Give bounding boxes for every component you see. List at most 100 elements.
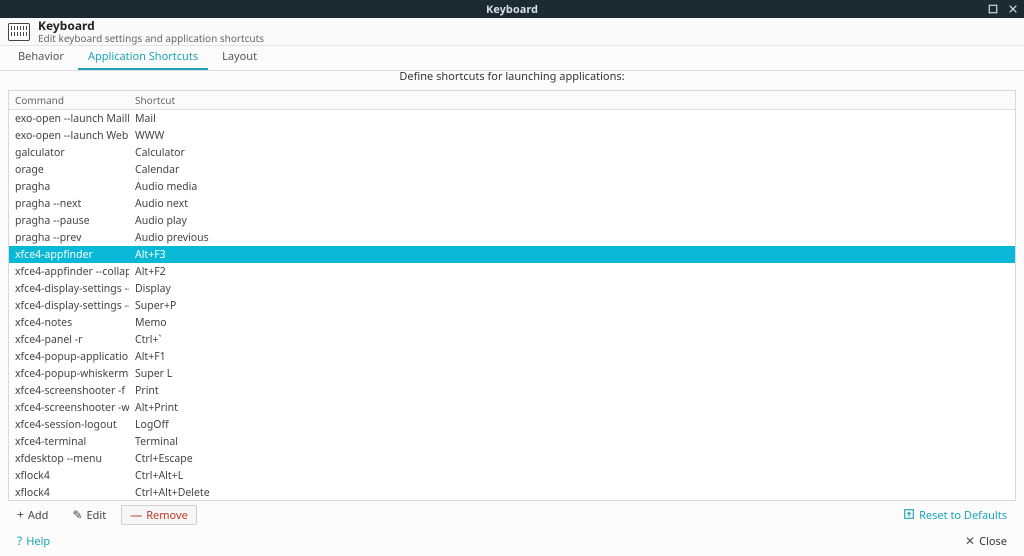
column-header-command[interactable]: Command: [9, 91, 129, 110]
cell-shortcut: Ctrl+Alt+L: [129, 467, 1015, 484]
help-icon: ?: [17, 535, 22, 547]
cell-command: pragha --pause: [9, 212, 129, 229]
cell-command: xfce4-session-logout: [9, 416, 129, 433]
cell-command: pragha --next: [9, 195, 129, 212]
cell-shortcut: Alt+F2: [129, 263, 1015, 280]
dialog-subtitle: Edit keyboard settings and application s…: [38, 33, 264, 44]
table-row[interactable]: xfce4-display-settings --minimalDisplay: [9, 280, 1015, 297]
table-row[interactable]: xfce4-appfinder --collapsedAlt+F2: [9, 263, 1015, 280]
cell-command: xfce4-panel -r: [9, 331, 129, 348]
cell-command: exo-open --launch WebBrowser: [9, 127, 129, 144]
cell-command: xflock4: [9, 467, 129, 484]
cell-command: pragha --prev: [9, 229, 129, 246]
cell-shortcut: Ctrl+Alt+Delete: [129, 484, 1015, 501]
window-titlebar: Keyboard: [0, 0, 1024, 18]
table-row[interactable]: xfce4-screenshooter -wAlt+Print: [9, 399, 1015, 416]
cell-shortcut: Super+P: [129, 297, 1015, 314]
help-button-label: Help: [26, 534, 50, 549]
table-row[interactable]: exo-open --launch WebBrowserWWW: [9, 127, 1015, 144]
shortcuts-table[interactable]: Command Shortcut exo-open --launch MailR…: [9, 91, 1015, 501]
table-row[interactable]: xfce4-popup-applicationsmenuAlt+F1: [9, 348, 1015, 365]
cell-command: exo-open --launch MailReader: [9, 110, 129, 128]
table-row[interactable]: xfce4-popup-whiskermenuSuper L: [9, 365, 1015, 382]
cell-shortcut: Print: [129, 382, 1015, 399]
cell-command: xfdesktop --menu: [9, 450, 129, 467]
cell-command: xfce4-appfinder: [9, 246, 129, 263]
add-button[interactable]: + Add: [8, 505, 57, 525]
edit-button-label: Edit: [87, 508, 107, 523]
remove-button-label: Remove: [146, 508, 188, 523]
table-row[interactable]: xfce4-appfinderAlt+F3: [9, 246, 1015, 263]
cell-command: xfce4-screenshooter -f: [9, 382, 129, 399]
cell-shortcut: Calendar: [129, 161, 1015, 178]
cell-shortcut: Alt+F3: [129, 246, 1015, 263]
shortcuts-table-container: Command Shortcut exo-open --launch MailR…: [8, 90, 1016, 501]
table-row[interactable]: xfce4-terminalTerminal: [9, 433, 1015, 450]
cell-shortcut: Ctrl+`: [129, 331, 1015, 348]
cell-shortcut: Alt+Print: [129, 399, 1015, 416]
cell-shortcut: Audio previous: [129, 229, 1015, 246]
cell-shortcut: Audio next: [129, 195, 1015, 212]
cell-command: xfce4-notes: [9, 314, 129, 331]
cell-command: xflock4: [9, 484, 129, 501]
table-row[interactable]: orageCalendar: [9, 161, 1015, 178]
cell-command: xfce4-popup-whiskermenu: [9, 365, 129, 382]
cell-shortcut: Mail: [129, 110, 1015, 128]
cell-shortcut: Memo: [129, 314, 1015, 331]
cell-shortcut: Calculator: [129, 144, 1015, 161]
dialog-header: Keyboard Edit keyboard settings and appl…: [0, 18, 1024, 46]
table-row[interactable]: pragha --pauseAudio play: [9, 212, 1015, 229]
pencil-icon: ✎: [72, 509, 82, 521]
table-row[interactable]: xfce4-display-settings --minimalSuper+P: [9, 297, 1015, 314]
table-row[interactable]: pragha --nextAudio next: [9, 195, 1015, 212]
cell-shortcut: Audio media: [129, 178, 1015, 195]
reset-to-defaults-button[interactable]: Reset to Defaults: [894, 505, 1016, 525]
cell-command: xfce4-appfinder --collapsed: [9, 263, 129, 280]
table-row[interactable]: xfce4-panel -rCtrl+`: [9, 331, 1015, 348]
column-header-shortcut[interactable]: Shortcut: [129, 91, 1015, 110]
help-button[interactable]: ? Help: [8, 531, 59, 551]
minus-icon: —: [130, 509, 142, 521]
close-icon: ✕: [965, 535, 975, 547]
cell-command: xfce4-display-settings --minimal: [9, 280, 129, 297]
cell-shortcut: Display: [129, 280, 1015, 297]
cell-command: xfce4-display-settings --minimal: [9, 297, 129, 314]
action-button-row: + Add ✎ Edit — Remove Reset to Defaults: [8, 504, 1016, 526]
close-button-label: Close: [979, 534, 1007, 549]
table-row[interactable]: xfce4-notesMemo: [9, 314, 1015, 331]
cell-shortcut: Terminal: [129, 433, 1015, 450]
cell-shortcut: Audio play: [129, 212, 1015, 229]
table-row[interactable]: xflock4Ctrl+Alt+Delete: [9, 484, 1015, 501]
remove-button[interactable]: — Remove: [121, 505, 197, 525]
cell-shortcut: Alt+F1: [129, 348, 1015, 365]
table-row[interactable]: xfce4-session-logoutLogOff: [9, 416, 1015, 433]
cell-shortcut: WWW: [129, 127, 1015, 144]
table-row[interactable]: xflock4Ctrl+Alt+L: [9, 467, 1015, 484]
cell-command: xfce4-popup-applicationsmenu: [9, 348, 129, 365]
reset-button-label: Reset to Defaults: [919, 508, 1007, 523]
add-button-label: Add: [28, 508, 49, 523]
cell-command: xfce4-screenshooter -w: [9, 399, 129, 416]
plus-icon: +: [17, 509, 24, 521]
table-row[interactable]: exo-open --launch MailReaderMail: [9, 110, 1015, 128]
edit-button[interactable]: ✎ Edit: [63, 505, 115, 525]
keyboard-icon: [8, 23, 30, 41]
table-row[interactable]: xfdesktop --menuCtrl+Escape: [9, 450, 1015, 467]
cell-command: xfce4-terminal: [9, 433, 129, 450]
cell-command: pragha: [9, 178, 129, 195]
close-button[interactable]: ✕ Close: [956, 531, 1016, 551]
reset-icon: [903, 508, 915, 522]
cell-shortcut: Super L: [129, 365, 1015, 382]
dialog-footer: ? Help ✕ Close: [8, 530, 1016, 552]
cell-command: galculator: [9, 144, 129, 161]
instruction-label: Define shortcuts for launching applicati…: [8, 63, 1016, 90]
cell-command: orage: [9, 161, 129, 178]
cell-shortcut: Ctrl+Escape: [129, 450, 1015, 467]
table-row[interactable]: pragha --prevAudio previous: [9, 229, 1015, 246]
window-close-button[interactable]: [1006, 2, 1020, 16]
table-row[interactable]: praghaAudio media: [9, 178, 1015, 195]
table-row[interactable]: galculatorCalculator: [9, 144, 1015, 161]
table-row[interactable]: xfce4-screenshooter -fPrint: [9, 382, 1015, 399]
cell-shortcut: LogOff: [129, 416, 1015, 433]
window-maximize-button[interactable]: [986, 2, 1000, 16]
